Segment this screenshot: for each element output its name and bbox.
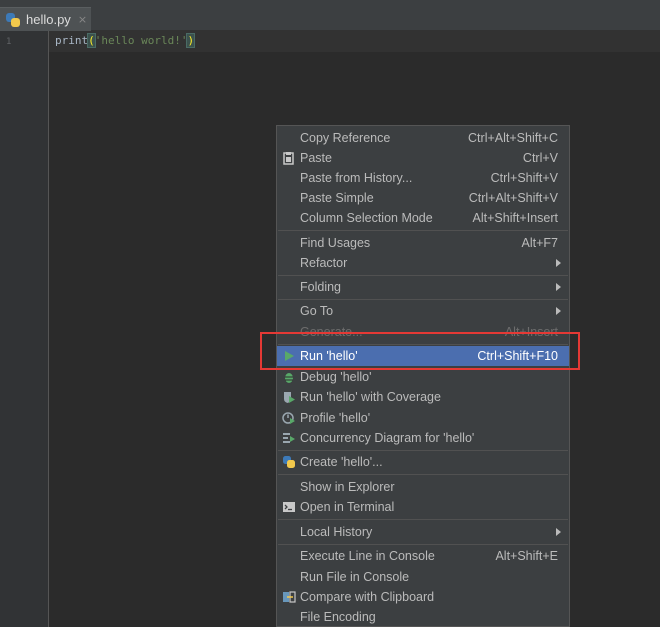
menu-item-profile-hello[interactable]: Profile 'hello' [277,408,569,428]
submenu-arrow-icon [556,528,561,536]
menu-item-execute-line-in-console[interactable]: Execute Line in Console Alt+Shift+E [277,546,569,566]
tab-label: hello.py [26,12,71,27]
menu-item-run-file-in-console[interactable]: Run File in Console [277,567,569,587]
python-file-icon [6,12,22,27]
menu-item-folding[interactable]: Folding [277,277,569,297]
menu-separator [278,450,568,451]
menu-item-open-in-terminal[interactable]: Open in Terminal [277,497,569,517]
menu-item-find-usages[interactable]: Find Usages Alt+F7 [277,233,569,253]
menu-item-create-hello[interactable]: Create 'hello'... [277,452,569,472]
code-line[interactable]: print('hello world!') [55,33,196,48]
menu-separator [278,299,568,300]
code-function: print [55,34,89,47]
menu-separator [278,544,568,545]
python-icon [282,455,296,469]
compare-icon [282,590,296,604]
profile-icon [282,411,296,425]
menu-item-paste[interactable]: Paste Ctrl+V [277,148,569,168]
menu-item-run-with-coverage[interactable]: Run 'hello' with Coverage [277,387,569,407]
coverage-icon [282,390,296,404]
menu-separator [278,474,568,475]
menu-separator [278,230,568,231]
menu-item-compare-with-clipboard[interactable]: Compare with Clipboard [277,587,569,607]
menu-separator [278,344,568,345]
menu-item-local-history[interactable]: Local History [277,522,569,542]
menu-item-concurrency-diagram[interactable]: Concurrency Diagram for 'hello' [277,428,569,448]
menu-item-copy-reference[interactable]: Copy Reference Ctrl+Alt+Shift+C [277,128,569,148]
editor-tab-bar: hello.py × [0,0,660,31]
menu-item-paste-simple[interactable]: Paste Simple Ctrl+Alt+Shift+V [277,188,569,208]
menu-separator [278,519,568,520]
menu-item-debug-hello[interactable]: Debug 'hello' [277,367,569,387]
menu-item-paste-from-history[interactable]: Paste from History... Ctrl+Shift+V [277,168,569,188]
submenu-arrow-icon [556,259,561,267]
submenu-arrow-icon [556,307,561,315]
menu-item-show-in-explorer[interactable]: Show in Explorer [277,477,569,497]
code-open-paren: ( [87,33,96,48]
concurrency-icon [282,431,296,445]
menu-item-run-hello[interactable]: Run 'hello' Ctrl+Shift+F10 [277,346,569,366]
menu-item-file-encoding[interactable]: File Encoding [277,607,569,627]
line-number-gutter: 1 [0,31,49,627]
context-menu: Copy Reference Ctrl+Alt+Shift+C Paste Ct… [276,125,570,627]
submenu-arrow-icon [556,283,561,291]
paste-icon [282,151,296,165]
tab-hello-py[interactable]: hello.py × [0,7,91,31]
code-string: 'hello world!' [94,34,188,47]
menu-item-generate: Generate... Alt+Insert [300,325,558,339]
menu-separator [278,275,568,276]
close-tab-icon[interactable]: × [78,13,87,26]
menu-item-refactor[interactable]: Refactor [277,253,569,273]
line-number: 1 [6,37,12,47]
menu-item-column-selection-mode[interactable]: Column Selection Mode Alt+Shift+Insert [277,208,569,228]
terminal-icon [282,500,296,514]
code-close-paren: ) [186,33,196,48]
run-icon [282,349,296,363]
menu-item-go-to[interactable]: Go To [277,301,569,321]
debug-icon [282,370,296,384]
